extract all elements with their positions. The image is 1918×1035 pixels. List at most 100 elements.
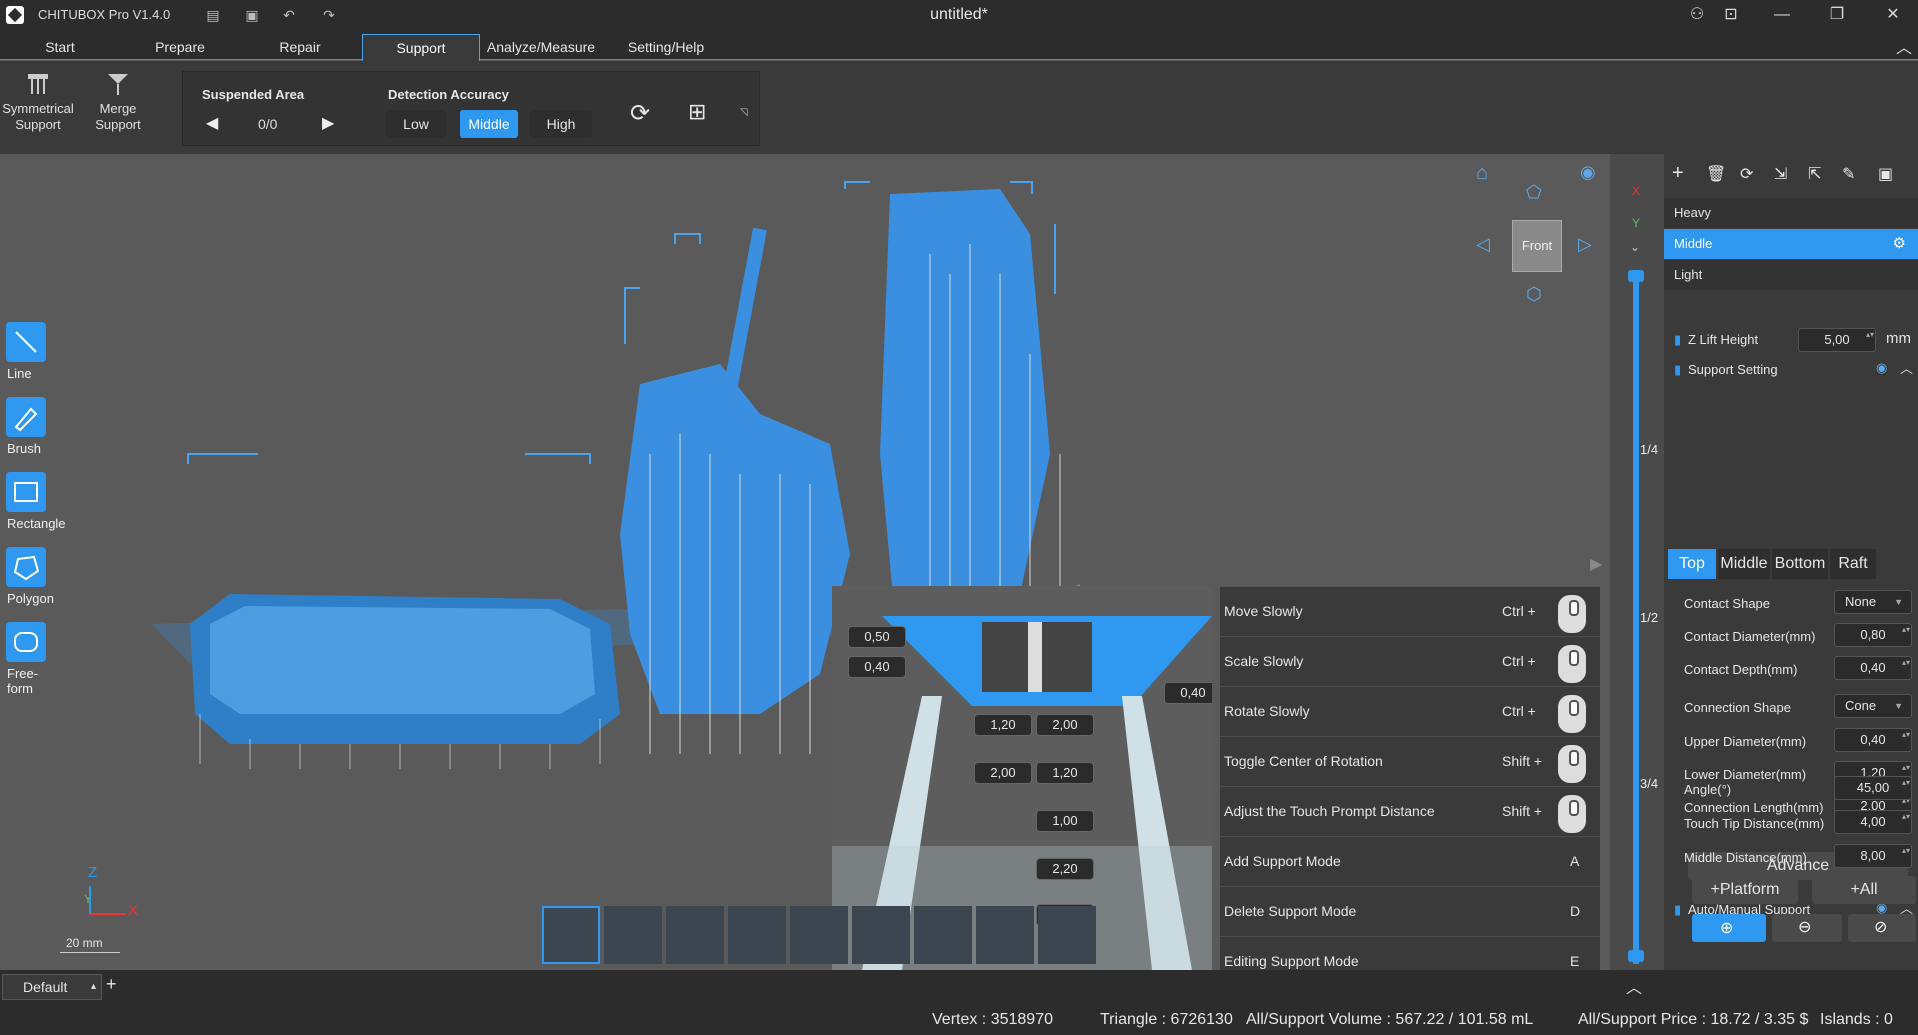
refresh-icon[interactable]: ⟳: [630, 99, 650, 128]
layer-slider-top-handle[interactable]: [1628, 270, 1644, 282]
preset-heavy[interactable]: Heavy: [1664, 198, 1918, 228]
collapse-slider-icon[interactable]: ︿: [1626, 974, 1642, 998]
preview-value[interactable]: 1,20: [974, 714, 1032, 736]
gear-icon[interactable]: ⚙: [1893, 229, 1906, 259]
accuracy-low-button[interactable]: Low: [386, 110, 446, 138]
preset-light[interactable]: Light: [1664, 260, 1918, 290]
add-icon[interactable]: +: [1672, 162, 1684, 185]
home-view-icon[interactable]: ⌂: [1476, 162, 1488, 185]
edit-icon[interactable]: ✎: [1842, 164, 1855, 184]
remove-support-button[interactable]: ⊖: [1772, 914, 1842, 942]
tab-bottom[interactable]: Bottom: [1772, 549, 1828, 579]
collapse-panel-arrow-icon[interactable]: ▶: [1590, 554, 1602, 574]
contact-depth-input[interactable]: 0,40: [1834, 656, 1912, 680]
brush-tool[interactable]: Brush: [0, 397, 60, 456]
add-platform-button[interactable]: +Platform: [1692, 876, 1798, 904]
rectangle-tool[interactable]: Rectangle: [0, 472, 66, 531]
accuracy-high-button[interactable]: High: [530, 110, 592, 138]
previous-arrow-icon[interactable]: ◀: [206, 113, 218, 133]
profile-select[interactable]: Default ▴: [2, 974, 102, 1000]
tab-raft[interactable]: Raft: [1830, 549, 1876, 579]
minimize-button[interactable]: —: [1767, 4, 1797, 26]
close-button[interactable]: ✕: [1878, 4, 1908, 26]
tab-top[interactable]: Top: [1668, 549, 1716, 579]
symmetrical-support-button[interactable]: Symmetrical Support: [0, 71, 78, 133]
freeform-icon: [6, 622, 46, 662]
preview-value[interactable]: 1,20: [1036, 762, 1094, 784]
tab-support[interactable]: Support: [362, 34, 480, 61]
line-tool[interactable]: Line: [0, 322, 60, 381]
angle-input[interactable]: 45,00: [1834, 776, 1912, 800]
pen-circle-icon: ⊘: [1874, 919, 1888, 936]
z-lift-input[interactable]: 5,00: [1798, 328, 1876, 352]
support-type-thumb[interactable]: [914, 906, 972, 964]
view-down-icon[interactable]: ⬡: [1526, 284, 1542, 305]
y-axis-toggle[interactable]: Y: [1632, 216, 1640, 230]
visibility-eye-icon[interactable]: ◉: [1876, 360, 1887, 376]
tab-analyze-measure[interactable]: Analyze/Measure: [486, 34, 596, 61]
tab-middle[interactable]: Middle: [1718, 549, 1770, 579]
preset-middle[interactable]: Middle ⚙: [1664, 229, 1918, 259]
support-type-thumb[interactable]: [542, 906, 600, 964]
preview-value[interactable]: 0,40: [848, 656, 906, 678]
contact-shape-select[interactable]: None: [1834, 590, 1912, 614]
reset-icon[interactable]: ⟳: [1740, 164, 1753, 184]
tab-start[interactable]: Start: [20, 34, 100, 61]
freeform-tool[interactable]: Free-form: [0, 622, 60, 696]
view-right-icon[interactable]: ▷: [1578, 234, 1592, 255]
layer-slider-track[interactable]: [1633, 274, 1639, 964]
eye-icon[interactable]: ◉: [1580, 162, 1596, 183]
preview-value[interactable]: 1,00: [1036, 810, 1094, 832]
account-icon[interactable]: ⚇: [1682, 4, 1712, 26]
contact-diameter-input[interactable]: 0,80: [1834, 623, 1912, 647]
delete-icon[interactable]: 🗑: [1706, 164, 1726, 184]
edit-support-button[interactable]: ⊘: [1848, 914, 1916, 942]
expand-group-icon[interactable]: ◹: [740, 107, 748, 118]
merge-support-button[interactable]: Merge Support: [78, 71, 158, 133]
upper-diameter-input[interactable]: 0,40: [1834, 728, 1912, 752]
middle-distance-input[interactable]: 8,00: [1834, 844, 1912, 868]
x-axis-toggle[interactable]: X: [1632, 184, 1640, 198]
add-support-button[interactable]: ⊕: [1692, 914, 1766, 942]
collapse-support-setting-icon[interactable]: ︿: [1900, 358, 1913, 377]
view-up-icon[interactable]: ⬠: [1526, 182, 1542, 203]
layer-slider-bottom-handle[interactable]: [1628, 950, 1644, 962]
preview-value[interactable]: 2,00: [974, 762, 1032, 784]
support-type-thumb[interactable]: [790, 906, 848, 964]
connection-shape-select[interactable]: Cone: [1834, 694, 1912, 718]
preview-value[interactable]: 0,50: [848, 626, 906, 648]
add-scene-button[interactable]: +: [106, 974, 117, 995]
preview-value[interactable]: 2,20: [1036, 858, 1094, 880]
next-arrow-icon[interactable]: ▶: [322, 113, 334, 133]
accuracy-middle-button[interactable]: Middle: [460, 110, 518, 138]
touch-tip-distance-input[interactable]: 4,00: [1834, 810, 1912, 834]
save-preset-icon[interactable]: ▣: [1878, 164, 1893, 184]
support-type-thumb[interactable]: [604, 906, 662, 964]
redo-icon[interactable]: ↷: [320, 6, 338, 24]
save-icon[interactable]: ▣: [243, 6, 261, 24]
view-left-icon[interactable]: ◁: [1476, 234, 1490, 255]
undo-icon[interactable]: ↶: [280, 6, 298, 24]
support-type-thumb[interactable]: [976, 906, 1034, 964]
support-type-thumb[interactable]: [666, 906, 724, 964]
preview-value[interactable]: 2,00: [1036, 714, 1094, 736]
screen-icon[interactable]: ⊡: [1716, 4, 1746, 26]
tab-prepare[interactable]: Prepare: [140, 34, 220, 61]
collapse-ribbon-icon[interactable]: ︿: [1896, 34, 1912, 58]
support-type-thumb[interactable]: [1038, 906, 1096, 964]
export-icon[interactable]: ⇱: [1808, 164, 1821, 184]
file-icon[interactable]: ▤: [204, 6, 222, 24]
support-type-thumb[interactable]: [852, 906, 910, 964]
tab-setting-help[interactable]: Setting/Help: [616, 34, 716, 61]
book-icon[interactable]: ⊞: [688, 99, 706, 125]
vertex-count: Vertex : 3518970: [932, 1011, 1053, 1028]
axis-expand-icon[interactable]: ⌄: [1630, 240, 1640, 254]
restore-button[interactable]: ❐: [1822, 4, 1852, 26]
view-cube-front[interactable]: Front: [1512, 220, 1562, 272]
polygon-tool[interactable]: Polygon: [0, 547, 60, 606]
tab-repair[interactable]: Repair: [260, 34, 340, 61]
support-type-thumb[interactable]: [728, 906, 786, 964]
preview-value[interactable]: 0,40: [1164, 682, 1212, 704]
import-icon[interactable]: ⇲: [1774, 164, 1787, 184]
add-all-button[interactable]: +All: [1812, 876, 1916, 904]
